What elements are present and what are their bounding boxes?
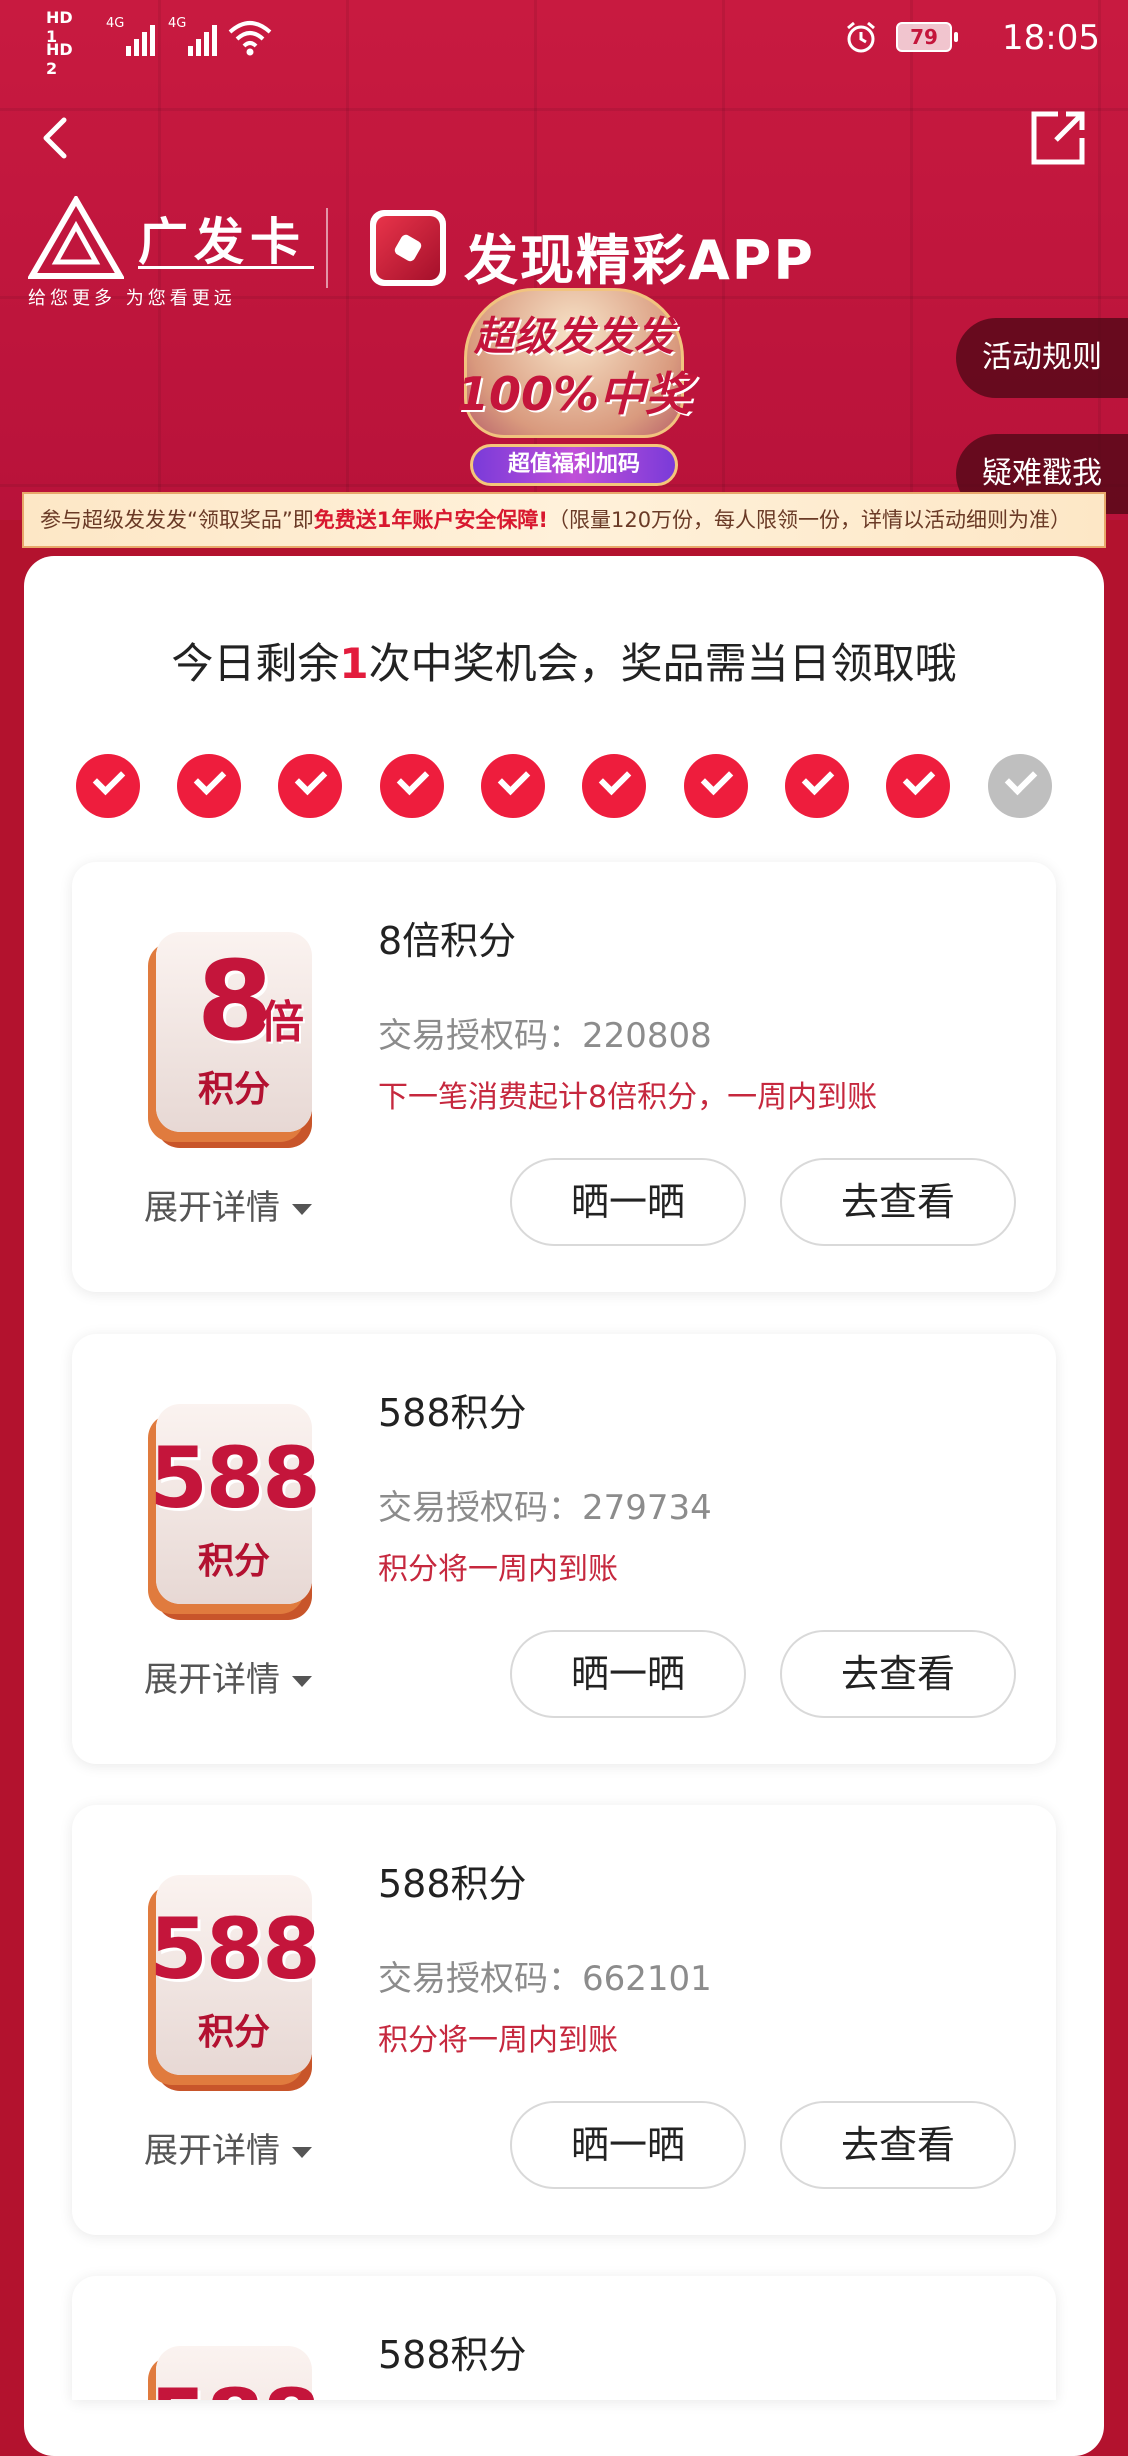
- expand-details-label: 展开详情: [144, 1660, 280, 1700]
- prize-name: 588积分: [378, 1862, 527, 1906]
- prize-tile-icon: 588 积分: [146, 1404, 326, 1614]
- header-banner: HD 1 HD 2 4G 4G 79 18:05 广发卡 给您更多 为您看更远 …: [0, 0, 1128, 548]
- battery-level: 79: [910, 25, 938, 49]
- prize-description: 下一笔消费起计8倍积分，一周内到账: [378, 1080, 878, 1115]
- network1-label: 4G: [106, 16, 125, 31]
- prize-code: 交易授权码：279734: [378, 1480, 712, 1529]
- prize-code: 交易授权码：662101: [378, 1951, 712, 2000]
- expand-details-label: 展开详情: [144, 2131, 280, 2171]
- prize-code-label: 交易授权码：: [378, 1016, 582, 1056]
- chance-check-icon: [684, 754, 748, 818]
- signal1-icon: [126, 22, 160, 56]
- expand-details-button[interactable]: 展开详情: [144, 1652, 312, 1701]
- view-prize-button[interactable]: 去查看: [780, 2101, 1016, 2189]
- alarm-icon: [847, 21, 875, 53]
- notice-bar[interactable]: 参与超级发发发“领取奖品”即免费送1年账户安全保障!（限量120万份，每人限领一…: [22, 492, 1106, 548]
- chance-suffix: 次中奖机会，奖品需当日领取哦: [368, 639, 957, 688]
- prize-tile-icon: 8 倍 积分: [146, 932, 326, 1142]
- prize-code-value: 279734: [582, 1488, 712, 1528]
- chance-title: 今日剩余1次中奖机会，奖品需当日领取哦: [0, 630, 1128, 691]
- lottery-subtitle: 100%中奖: [456, 367, 692, 421]
- chance-check-icon: [785, 754, 849, 818]
- prize-card: 588 积分 588积分 交易授权码：662101 积分将一周内到账 展开详情 …: [72, 1805, 1056, 2235]
- activity-rules-button[interactable]: 活动规则: [956, 318, 1128, 398]
- prize-tile-unit: 积分: [197, 1069, 270, 1110]
- expand-details-button[interactable]: 展开详情: [144, 2123, 312, 2172]
- chance-check-icon: [481, 754, 545, 818]
- prize-tile: 588 积分: [149, 1875, 321, 2075]
- chance-progress: [76, 754, 1056, 820]
- prize-name: 8倍积分: [378, 919, 517, 963]
- sim2-label: HD 2: [46, 40, 73, 78]
- chance-check-icon: [988, 754, 1052, 818]
- gf-logo-icon: [28, 196, 124, 279]
- prize-tile: 588: [149, 2346, 321, 2400]
- prize-tile: 8 倍 积分: [156, 932, 312, 1132]
- chance-check-icon: [886, 754, 950, 818]
- bank-name-underline: [138, 266, 314, 269]
- chance-check-icon: [278, 754, 342, 818]
- share-prize-button[interactable]: 晒一晒: [510, 1158, 746, 1246]
- prize-name: 588积分: [378, 1391, 527, 1435]
- share-prize-button[interactable]: 晒一晒: [510, 2101, 746, 2189]
- caret-down-icon: [292, 2147, 312, 2158]
- network2-label: 4G: [168, 16, 187, 31]
- lottery-logo: 超级发发发 100%中奖 超值福利加码: [456, 282, 692, 498]
- lottery-title: 超级发发发: [474, 314, 674, 360]
- view-prize-button[interactable]: 去查看: [780, 1158, 1016, 1246]
- chance-count: 1: [339, 639, 369, 688]
- expand-details-button[interactable]: 展开详情: [144, 1180, 312, 1229]
- prize-code-label: 交易授权码：: [378, 1488, 582, 1528]
- prize-tile-value: 588: [149, 1429, 320, 1527]
- chance-check-icon: [177, 754, 241, 818]
- signal2-icon: [188, 22, 222, 56]
- prize-card: 588 588积分: [72, 2276, 1056, 2400]
- chance-check-icon: [380, 754, 444, 818]
- prize-tile-icon: 588 积分: [146, 1875, 326, 2085]
- bank-name: 广发卡: [138, 213, 306, 271]
- prize-card: 8 倍 积分 8倍积分 交易授权码：220808 下一笔消费起计8倍积分，一周内…: [72, 862, 1056, 1292]
- status-bar: HD 1 HD 2 4G 4G 79 18:05: [0, 0, 1128, 80]
- prize-name: 588积分: [378, 2333, 527, 2377]
- prize-tile: 588 积分: [149, 1404, 321, 1604]
- clock: 18:05: [1002, 18, 1100, 58]
- prize-tile-multiplier: 倍: [260, 997, 304, 1048]
- brand-divider: [326, 208, 328, 288]
- prize-description: 积分将一周内到账: [378, 2023, 618, 2058]
- status-right: 79 18:05: [780, 12, 1100, 62]
- lottery-badge: 超值福利加码: [470, 444, 678, 486]
- caret-down-icon: [292, 1204, 312, 1215]
- prize-tile-unit: 积分: [197, 2012, 270, 2053]
- prize-tile-unit: 积分: [197, 1541, 270, 1582]
- view-prize-button[interactable]: 去查看: [780, 1630, 1016, 1718]
- notice-highlight: 免费送1年账户安全保障!: [313, 508, 548, 532]
- chance-check-icon: [76, 754, 140, 818]
- bank-slogan: 给您更多 为您看更远: [28, 288, 236, 309]
- app-logo-icon: [370, 210, 446, 286]
- back-button[interactable]: [30, 108, 80, 168]
- battery-icon: 79: [896, 22, 958, 52]
- share-button[interactable]: [1028, 108, 1088, 168]
- prize-tile-value: 588: [149, 1900, 320, 1998]
- share-prize-button[interactable]: 晒一晒: [510, 1630, 746, 1718]
- notice-suffix: （限量120万份，每人限领一份，详情以活动细则为准）: [547, 508, 1072, 532]
- notice-prefix: 参与超级发发发“领取奖品”即: [40, 508, 314, 532]
- prize-code-value: 220808: [582, 1016, 712, 1056]
- prize-code-value: 662101: [582, 1959, 712, 1999]
- prize-code-label: 交易授权码：: [378, 1959, 582, 1999]
- prize-description: 积分将一周内到账: [378, 1552, 618, 1587]
- chance-prefix: 今日剩余: [171, 639, 340, 688]
- prize-tile-icon: 588: [146, 2346, 326, 2400]
- wifi-icon: [228, 21, 272, 56]
- chance-check-icon: [582, 754, 646, 818]
- prize-code: 交易授权码：220808: [378, 1008, 712, 1057]
- prize-card: 588 积分 588积分 交易授权码：279734 积分将一周内到账 展开详情 …: [72, 1334, 1056, 1764]
- expand-details-label: 展开详情: [144, 1188, 280, 1228]
- prize-tile-value: 588: [146, 2360, 326, 2400]
- caret-down-icon: [292, 1676, 312, 1687]
